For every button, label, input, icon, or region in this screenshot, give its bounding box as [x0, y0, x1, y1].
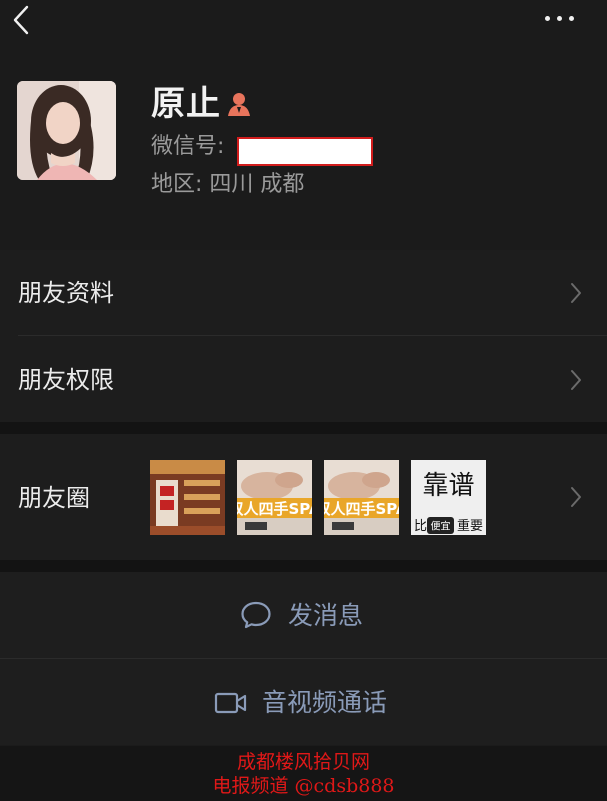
friend-info-cell[interactable]: 朋友资料 — [0, 250, 607, 336]
svg-text:重要: 重要 — [457, 518, 483, 534]
svg-text:靠谱: 靠谱 — [422, 471, 474, 501]
friend-permissions-cell[interactable]: 朋友权限 — [0, 336, 607, 422]
chevron-right-icon — [571, 370, 581, 390]
dot-icon — [569, 16, 574, 21]
region-text: 地区: 四川 成都 — [151, 172, 305, 197]
chevron-left-icon — [13, 5, 29, 35]
chevron-right-icon — [571, 487, 581, 507]
section-gap — [0, 422, 607, 434]
chevron-right-icon — [571, 283, 581, 303]
top-bar — [0, 0, 607, 44]
send-message-button[interactable]: 发消息 — [0, 572, 607, 658]
video-camera-icon — [214, 692, 247, 714]
more-options-button[interactable] — [545, 10, 579, 26]
watermark-line-1: 成都楼风拾贝网 — [236, 751, 370, 773]
wechat-id-label: 微信号: — [151, 134, 225, 159]
moment-thumbnail: 靠谱 比 便宜 重要 — [411, 460, 486, 535]
back-button[interactable] — [8, 4, 38, 36]
dot-icon — [545, 16, 550, 21]
moment-thumbnail — [150, 460, 225, 535]
section-gap — [0, 560, 607, 572]
svg-text:比: 比 — [414, 519, 427, 534]
contact-name: 原止 — [151, 84, 221, 124]
moments-cell[interactable]: 朋友圈 双人四手SPA — [0, 434, 607, 560]
dot-icon — [557, 16, 562, 21]
avatar[interactable] — [17, 81, 116, 180]
friend-info-label: 朋友资料 — [18, 279, 114, 307]
chat-bubble-icon — [241, 601, 271, 629]
moment-thumbnail: 双人四手SPA — [237, 460, 312, 535]
video-call-label: 音视频通话 — [262, 688, 388, 717]
watermark-footer: 成都楼风拾贝网 电报频道 @cdsb888 — [0, 746, 607, 801]
watermark-line-2: 电报频道 @cdsb888 — [212, 775, 395, 797]
video-call-button[interactable]: 音视频通话 — [0, 659, 607, 745]
svg-text:双人四手SPA: 双人四手SPA — [324, 500, 399, 518]
friend-permissions-label: 朋友权限 — [18, 366, 114, 394]
wechat-id-redaction — [237, 137, 373, 166]
svg-text:双人四手SPA: 双人四手SPA — [237, 500, 312, 518]
svg-text:便宜: 便宜 — [431, 520, 451, 533]
moments-label: 朋友圈 — [18, 484, 90, 512]
moment-thumbnail: 双人四手SPA — [324, 460, 399, 535]
profile-header: 原止 微信号: 地区: 四川 成都 — [0, 60, 607, 210]
person-icon — [228, 93, 250, 116]
send-message-label: 发消息 — [288, 601, 364, 630]
avatar-image — [17, 81, 116, 180]
